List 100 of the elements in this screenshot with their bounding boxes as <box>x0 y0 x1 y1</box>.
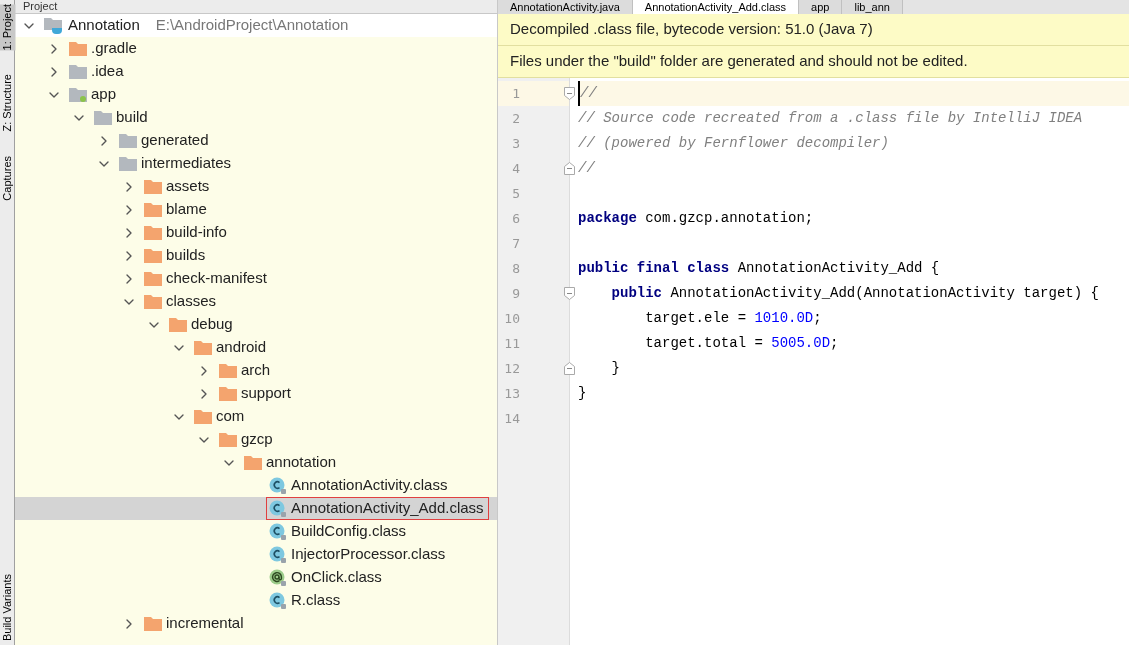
tree-label: arch <box>241 360 271 381</box>
panel-title: Project <box>23 0 58 13</box>
fold-start-icon[interactable] <box>564 287 575 300</box>
line-number: 5 <box>511 184 520 203</box>
tool-window-tab[interactable]: Build Variants <box>0 573 16 641</box>
tree-row[interactable]: gzcp <box>15 428 497 451</box>
tree-row[interactable]: generated <box>15 129 497 152</box>
tree-row[interactable]: check-manifest <box>15 267 497 290</box>
line-number: 14 <box>503 409 520 428</box>
folder-icon <box>119 156 137 171</box>
tree-row[interactable]: debug <box>15 313 497 336</box>
line-number: 3 <box>511 134 520 153</box>
folder-icon <box>194 409 212 424</box>
tree-row[interactable]: .gradle <box>15 37 497 60</box>
tool-window-tab[interactable]: Z: Structure <box>0 74 16 132</box>
code-line: // <box>578 159 595 178</box>
line-number: 12 <box>503 359 520 378</box>
tree-row[interactable]: android <box>15 336 497 359</box>
tree-row[interactable]: assets <box>15 175 497 198</box>
editor-tab[interactable]: app <box>799 0 843 14</box>
folder-icon <box>219 386 237 401</box>
banner-text: Files under the "build" folder are generated and should not be edited. <box>510 51 968 72</box>
tree-row[interactable]: Annotation E:\AndroidProject\Annotation <box>15 14 497 37</box>
line-number: 2 <box>511 109 520 128</box>
tree-row[interactable]: support <box>15 382 497 405</box>
tree-label: build <box>116 107 148 128</box>
tool-window-tab[interactable]: Captures <box>0 155 16 201</box>
tree-row[interactable]: build-info <box>15 221 497 244</box>
editor-tab[interactable]: AnnotationActivity.java <box>498 0 633 14</box>
tree-label: build-info <box>166 222 227 243</box>
tree-row[interactable]: intermediates <box>15 152 497 175</box>
tree-label: assets <box>166 176 210 197</box>
line-number: 9 <box>511 284 520 303</box>
class-icon <box>269 522 287 541</box>
folder-icon <box>144 616 162 631</box>
code-line: } <box>610 359 620 378</box>
tree-row[interactable]: annotation <box>15 451 497 474</box>
tree-label: Annotation <box>68 15 140 36</box>
folder-icon <box>119 133 137 148</box>
tree-label: debug <box>191 314 233 335</box>
tree-row[interactable]: build <box>15 106 497 129</box>
tree-label: blame <box>166 199 207 220</box>
code-line: package com.gzcp.annotation; <box>578 209 814 228</box>
line-number: 10 <box>503 309 520 328</box>
tree-label: .gradle <box>91 38 137 59</box>
tool-window-tab[interactable]: 1: Project <box>0 4 16 51</box>
tree-label: generated <box>141 130 209 151</box>
tree-row[interactable]: app <box>15 83 497 106</box>
tree-label: annotation <box>266 452 337 473</box>
tree-row[interactable]: com <box>15 405 497 428</box>
editor-tab[interactable]: AnnotationActivity_Add.class <box>632 0 800 14</box>
tree-row[interactable]: AnnotationActivity_Add.class <box>15 497 497 520</box>
line-number: 6 <box>511 209 520 228</box>
tree-row[interactable]: incremental <box>15 612 497 635</box>
code-line: target.ele = 1010.0D; <box>644 309 822 328</box>
tree-row[interactable]: classes <box>15 290 497 313</box>
tree-label: AnnotationActivity.class <box>291 475 448 496</box>
folder-icon <box>144 248 162 263</box>
folder-icon <box>169 317 187 332</box>
tree-row[interactable]: BuildConfig.class <box>15 520 497 543</box>
tree-row[interactable]: .idea <box>15 60 497 83</box>
line-number: 11 <box>503 334 520 353</box>
folder-icon <box>244 455 262 470</box>
editor-tab[interactable]: lib_ann <box>842 0 903 14</box>
tree-label: classes <box>166 291 217 312</box>
line-number: 4 <box>511 159 520 178</box>
tree-label: com <box>216 406 245 427</box>
project-path: E:\AndroidProject\Annotation <box>155 15 349 36</box>
fold-end-icon[interactable] <box>564 362 575 375</box>
tree-label: app <box>91 84 117 105</box>
folder-icon <box>69 41 87 56</box>
tree-label: intermediates <box>141 153 232 174</box>
code-line: target.total = 5005.0D; <box>644 334 839 353</box>
tree-label: support <box>241 383 292 404</box>
tree-row[interactable]: OnClick.class <box>15 566 497 589</box>
fold-end-icon[interactable] <box>564 162 575 175</box>
folder-icon <box>69 64 87 79</box>
tree-row[interactable]: arch <box>15 359 497 382</box>
tree-row[interactable]: builds <box>15 244 497 267</box>
tree-row[interactable]: blame <box>15 198 497 221</box>
tree-label: .idea <box>91 61 124 82</box>
folder-icon <box>144 179 162 194</box>
tree-label: OnClick.class <box>291 567 382 588</box>
code-line: // (powered by Fernflower decompiler) <box>578 134 889 153</box>
class-icon <box>269 499 287 518</box>
tree-label: incremental <box>166 613 244 634</box>
line-number: 8 <box>511 259 520 278</box>
banner-text: Decompiled .class file, bytecode version: 51.0 (Java 7) <box>510 19 873 40</box>
code-line: // Source code recreated from a .class file by IntelliJ IDEA <box>578 109 1083 128</box>
folder-icon <box>219 432 237 447</box>
folder-icon <box>144 271 162 286</box>
tree-row[interactable]: InjectorProcessor.class <box>15 543 497 566</box>
tree-row[interactable]: AnnotationActivity.class <box>15 474 497 497</box>
tree-row[interactable]: R.class <box>15 589 497 612</box>
fold-start-icon[interactable] <box>564 87 575 100</box>
annotation-icon <box>269 568 287 587</box>
tree-label: check-manifest <box>166 268 267 289</box>
tree-label: AnnotationActivity_Add.class <box>291 498 484 519</box>
class-icon <box>269 591 287 610</box>
folder-icon <box>144 225 162 240</box>
